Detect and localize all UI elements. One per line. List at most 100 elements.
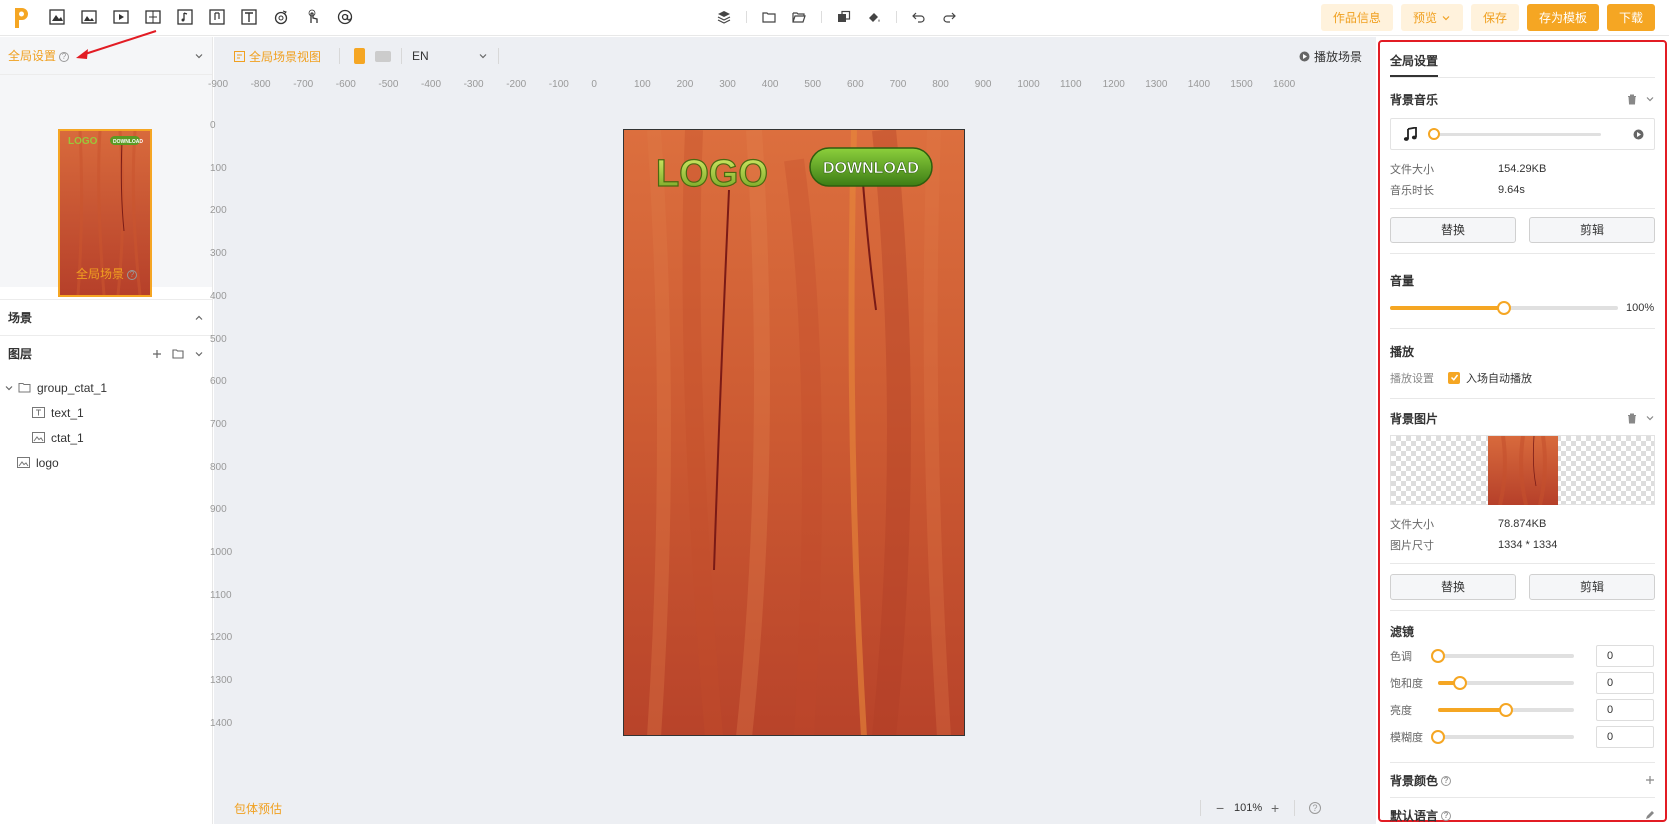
zoom-out-button[interactable]: − (1216, 800, 1224, 816)
shape-tool-icon[interactable] (48, 8, 66, 26)
touch-tool-icon[interactable] (304, 8, 322, 26)
global-scene-text: 全局场景 (75, 267, 124, 281)
paint-icon[interactable] (866, 9, 882, 25)
add-folder-icon[interactable] (172, 348, 184, 359)
left-panel: 全局设置? LOGO DOWNLOAD 全局场景? 场景 图层 group_ct… (0, 30, 213, 824)
work-info-button[interactable]: 作品信息 (1320, 4, 1393, 31)
canvas-area: 全局场景视图 EN 播放场景 -900 -800 -700 -600 -500 -400-… (208, 37, 1376, 824)
mention-tool-icon[interactable] (336, 8, 354, 26)
blur-input[interactable]: 0 (1596, 725, 1654, 748)
layer-item[interactable]: group_ctat_1 (0, 375, 212, 400)
help-icon[interactable]: ? (1441, 776, 1452, 787)
slider-knob[interactable] (1428, 128, 1440, 140)
audio-tool-icon[interactable] (176, 8, 194, 26)
folder-icon (18, 383, 31, 393)
chevron-up-icon[interactable] (194, 313, 204, 323)
tab-global-settings[interactable]: 全局设置 (1390, 52, 1439, 77)
brightness-input[interactable]: 0 (1596, 698, 1654, 721)
video-tool-icon[interactable] (112, 8, 130, 26)
image-tool-icon[interactable] (80, 8, 98, 26)
copy-icon[interactable] (836, 9, 852, 25)
saturation-input[interactable]: 0 (1596, 671, 1654, 694)
bg-color-row: 背景颜色? (1390, 763, 1655, 797)
save-template-button[interactable]: 存为模板 (1526, 4, 1599, 31)
global-settings-title[interactable]: 全局设置? (8, 47, 70, 64)
layer-item[interactable]: logo (0, 450, 212, 475)
rotate-tool-icon[interactable] (272, 8, 290, 26)
edit-image-button[interactable]: 剪辑 (1529, 574, 1655, 600)
redo-icon[interactable] (941, 9, 957, 25)
hue-input[interactable]: 0 (1596, 644, 1654, 667)
play-icon[interactable] (1633, 129, 1644, 140)
chevron-down-icon[interactable] (1645, 94, 1655, 104)
layers-icon[interactable] (716, 9, 732, 25)
zoom-in-button[interactable]: + (1271, 800, 1279, 816)
edit-music-button[interactable]: 剪辑 (1529, 217, 1655, 243)
ruler-tick-label: -200 (506, 79, 527, 90)
scene-section-header[interactable]: 场景 (0, 299, 212, 335)
duration-label: 音乐时长 (1390, 184, 1434, 197)
autoplay-checkbox[interactable] (1448, 371, 1460, 384)
global-settings-label: 全局设置 (8, 49, 57, 63)
help-icon[interactable]: ? (1441, 811, 1452, 822)
top-toolbar: 作品信息 预览 保存 存为模板 下载 (0, 0, 1669, 36)
chevron-down-icon[interactable] (194, 51, 204, 61)
brightness-slider[interactable] (1438, 702, 1574, 717)
music-progress-slider[interactable] (1428, 128, 1601, 140)
slider-knob[interactable] (1499, 702, 1513, 717)
slider-knob[interactable] (1431, 729, 1445, 744)
play-scene-button[interactable]: 播放场景 (1299, 48, 1362, 65)
size-estimate-link[interactable]: 包体预估 (234, 800, 282, 817)
folder-icon[interactable] (761, 9, 777, 25)
global-scene-label[interactable]: 全局场景? (0, 265, 213, 282)
ruler-tick-label: 1100 (210, 589, 232, 601)
layer-item[interactable]: ctat_1 (0, 425, 212, 450)
blur-slider[interactable] (1431, 729, 1574, 744)
help-icon[interactable]: ? (127, 269, 137, 280)
help-icon[interactable]: ? (1309, 802, 1321, 814)
file-size-value: 154.29KB (1498, 162, 1547, 175)
ruler-tick-label: 800 (210, 461, 227, 473)
volume-slider[interactable] (1390, 301, 1618, 315)
scene-canvas[interactable]: LOGO DOWNLOAD (623, 129, 965, 736)
ruler-tick-label: -500 (378, 79, 399, 90)
text-tool-icon[interactable] (240, 8, 258, 26)
edit-pencil-icon[interactable] (1645, 810, 1655, 820)
layer-item[interactable]: text_1 (0, 400, 212, 425)
bg-image-preview[interactable] (1390, 435, 1655, 505)
replace-music-button[interactable]: 替换 (1390, 217, 1516, 243)
chevron-down-icon[interactable] (1645, 413, 1655, 423)
ruler-tick-label: 1100 (1060, 79, 1082, 90)
scene-background-image: LOGO DOWNLOAD (624, 130, 964, 735)
bg-image-header: 背景图片 (1390, 410, 1655, 427)
language-select[interactable]: EN (412, 49, 488, 63)
replace-image-button[interactable]: 替换 (1390, 574, 1516, 600)
ruler-tick-label: 1200 (210, 632, 233, 644)
chevron-down-icon[interactable] (194, 349, 204, 359)
save-button[interactable]: 保存 (1470, 4, 1519, 31)
saturation-slider[interactable] (1438, 675, 1574, 690)
global-scene-view-tab[interactable]: 全局场景视图 (234, 48, 321, 65)
preview-button[interactable]: 预览 (1400, 4, 1463, 31)
slider-knob[interactable] (1431, 648, 1445, 663)
add-layer-icon[interactable] (152, 349, 162, 359)
undo-icon[interactable] (911, 9, 927, 25)
chevron-down-icon[interactable] (4, 383, 14, 393)
slider-knob[interactable] (1452, 675, 1467, 690)
portrait-toggle[interactable] (354, 48, 366, 64)
download-button[interactable]: 下载 (1606, 4, 1655, 31)
add-icon[interactable] (1645, 775, 1655, 785)
trash-icon[interactable] (1627, 94, 1637, 105)
help-icon[interactable]: ? (59, 51, 70, 62)
divider (1390, 610, 1655, 611)
crop-tool-icon[interactable] (144, 8, 162, 26)
hue-slider[interactable] (1431, 648, 1574, 663)
music-tool-icon[interactable] (208, 8, 226, 26)
image-size-row: 图片尺寸 1334 * 1334 (1390, 534, 1655, 555)
slider-knob[interactable] (1497, 301, 1511, 315)
separator (821, 11, 822, 23)
separator (401, 48, 403, 64)
trash-icon[interactable] (1627, 413, 1637, 424)
folder-open-icon[interactable] (791, 9, 807, 25)
landscape-toggle[interactable] (375, 50, 392, 62)
